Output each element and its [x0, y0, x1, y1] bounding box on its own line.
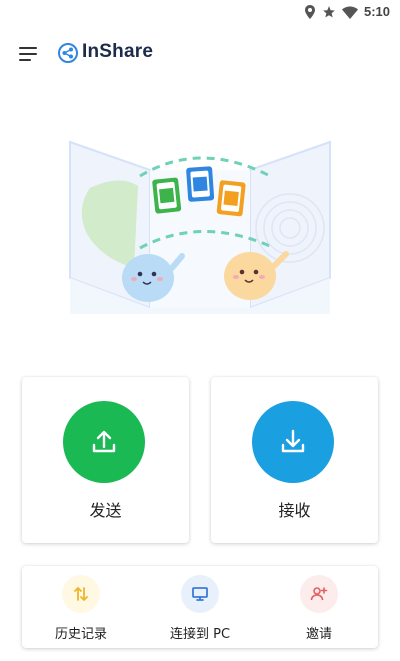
history-button[interactable]: 历史记录: [22, 566, 140, 648]
invite-label: 邀请: [305, 627, 332, 642]
app-bar: InShare: [0, 36, 400, 70]
receive-button[interactable]: [252, 401, 334, 483]
send-button[interactable]: [63, 401, 145, 483]
location-icon: [304, 4, 315, 19]
monitor-icon: [192, 587, 208, 601]
history-icon: [74, 587, 88, 601]
file-transfer-illustration: [69, 140, 331, 314]
add-user-icon: [310, 587, 328, 601]
star-icon: [323, 5, 335, 17]
wifi-icon: [341, 6, 358, 19]
upload-icon: [92, 430, 116, 453]
invite-button[interactable]: 邀请: [260, 566, 378, 648]
history-label: 历史记录: [54, 627, 107, 642]
receive-card[interactable]: 接收: [211, 377, 378, 543]
app-title: InShare: [82, 41, 154, 62]
send-card[interactable]: 发送: [22, 377, 189, 543]
status-time: 5:10: [363, 4, 390, 19]
bottom-action-bar: 历史记录 连接到 PC 邀请: [22, 566, 378, 648]
hamburger-menu-icon[interactable]: [14, 42, 42, 66]
connect-pc-label: 连接到 PC: [169, 627, 231, 642]
send-label: 发送: [89, 501, 122, 520]
status-bar: 5:10: [0, 0, 400, 24]
download-icon: [281, 429, 305, 453]
receive-label: 接收: [278, 501, 311, 520]
connect-pc-button[interactable]: 连接到 PC: [141, 566, 259, 648]
share-logo-icon: [58, 43, 78, 63]
